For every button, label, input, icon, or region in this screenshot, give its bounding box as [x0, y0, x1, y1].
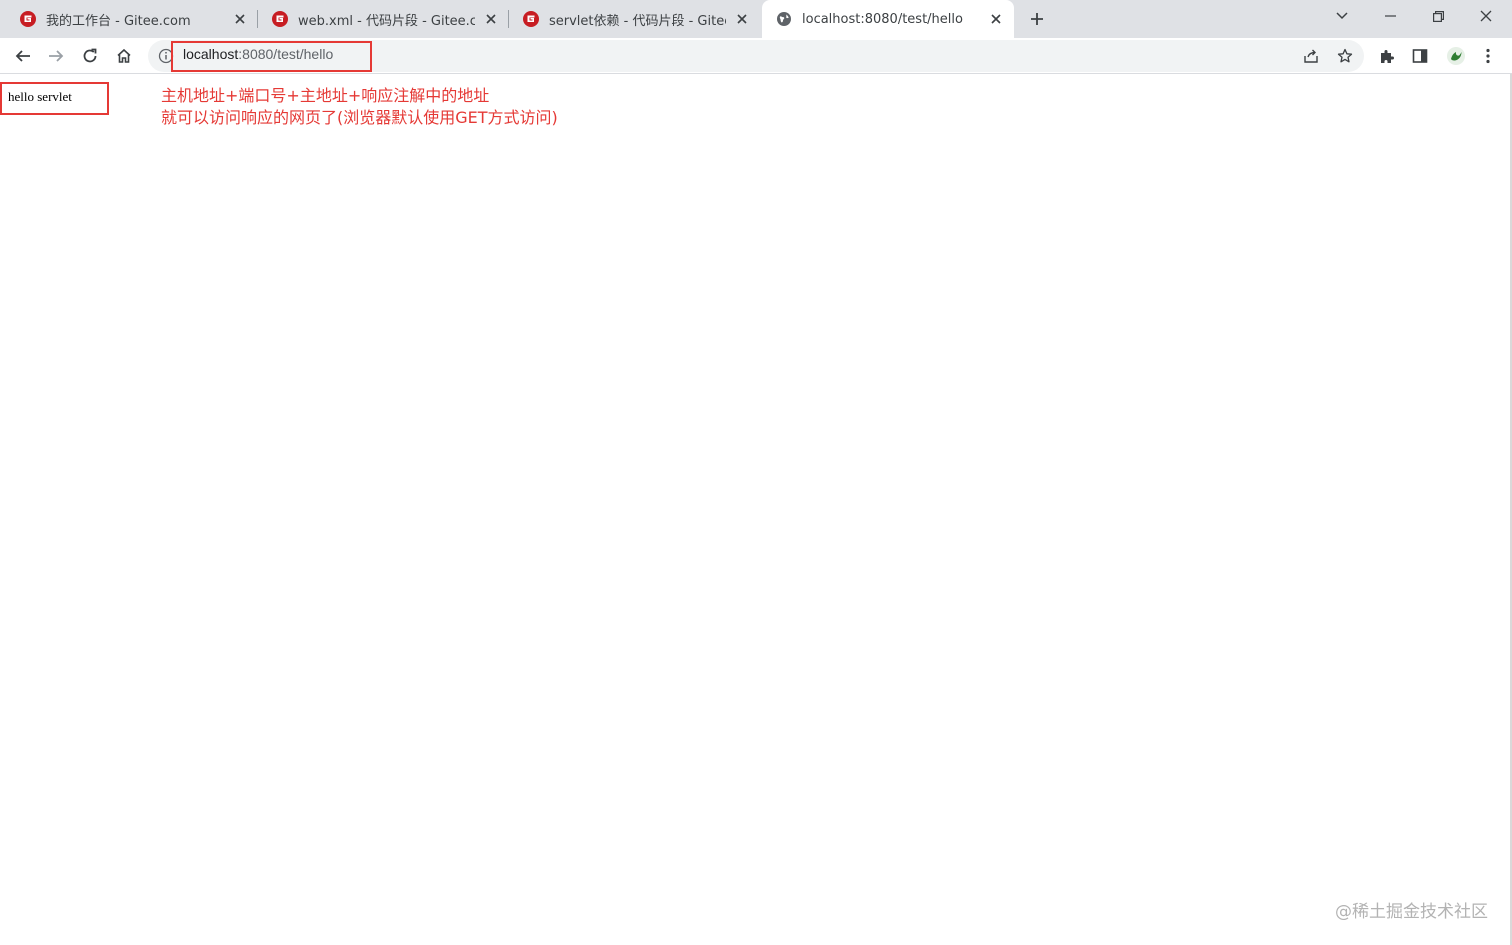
home-icon: [117, 48, 131, 63]
tab-strip: 我的工作台 - Gitee.com web.xml - 代码片段 - Gitee…: [0, 0, 1512, 38]
reload-icon: [83, 48, 97, 63]
share-icon: [1304, 49, 1318, 63]
bookmark-button[interactable]: [1331, 42, 1359, 70]
tab-title: web.xml - 代码片段 - Gitee.com: [298, 13, 475, 29]
minimize-icon: [1384, 15, 1396, 17]
minimize-button[interactable]: [1366, 0, 1414, 32]
tab-title: servlet依赖 - 代码片段 - Gitee.com: [549, 13, 726, 29]
tab-gitee-workbench[interactable]: 我的工作台 - Gitee.com: [0, 0, 258, 38]
close-icon[interactable]: [483, 11, 499, 27]
plus-icon: [1031, 13, 1043, 25]
gitee-icon: [272, 11, 288, 27]
new-tab-button[interactable]: [1024, 6, 1050, 32]
annotation-line-1: 主机地址+端口号+主地址+响应注解中的地址: [161, 86, 490, 105]
menu-button[interactable]: [1474, 42, 1502, 70]
close-icon[interactable]: [232, 11, 248, 27]
avatar: [1447, 47, 1465, 65]
side-panel-icon: [1412, 49, 1428, 63]
url-highlight-box: [171, 41, 372, 72]
tab-servlet-dependency[interactable]: servlet依赖 - 代码片段 - Gitee.com: [509, 0, 760, 38]
back-button[interactable]: [9, 42, 37, 70]
close-icon: [1480, 10, 1492, 22]
more-vert-icon: [1486, 48, 1490, 64]
tab-title: localhost:8080/test/hello: [802, 11, 963, 27]
restore-icon: [1432, 10, 1444, 22]
annotation-note: 主机地址+端口号+主地址+响应注解中的地址 就可以访问响应的网页了(浏览器默认使…: [161, 85, 558, 129]
close-icon[interactable]: [734, 11, 750, 27]
annotation-line-2: 就可以访问响应的网页了(浏览器默认使用GET方式访问): [161, 108, 558, 127]
globe-icon: [777, 12, 791, 26]
gitee-icon: [523, 11, 539, 27]
share-button[interactable]: [1297, 42, 1325, 70]
tab-title: 我的工作台 - Gitee.com: [46, 13, 191, 29]
profile-button[interactable]: [1442, 42, 1470, 70]
extensions-button[interactable]: [1373, 42, 1401, 70]
close-icon[interactable]: [988, 11, 1004, 27]
home-button[interactable]: [110, 42, 138, 70]
side-panel-button[interactable]: [1406, 42, 1434, 70]
puzzle-icon: [1381, 50, 1394, 63]
arrow-right-icon: [49, 50, 64, 62]
reload-button[interactable]: [76, 42, 104, 70]
close-window-button[interactable]: [1462, 0, 1510, 32]
tab-search-button[interactable]: [1318, 0, 1366, 32]
chevron-down-icon: [1336, 12, 1348, 20]
body-text-highlight-box: [0, 82, 109, 115]
watermark: @稀土掘金技术社区: [1335, 902, 1488, 922]
restore-button[interactable]: [1414, 0, 1462, 32]
tab-web-xml[interactable]: web.xml - 代码片段 - Gitee.com: [258, 0, 509, 38]
star-icon: [1337, 48, 1353, 63]
gitee-icon: [20, 11, 36, 27]
tab-localhost-hello[interactable]: localhost:8080/test/hello: [762, 0, 1014, 38]
arrow-left-icon: [15, 50, 30, 62]
forward-button[interactable]: [42, 42, 70, 70]
